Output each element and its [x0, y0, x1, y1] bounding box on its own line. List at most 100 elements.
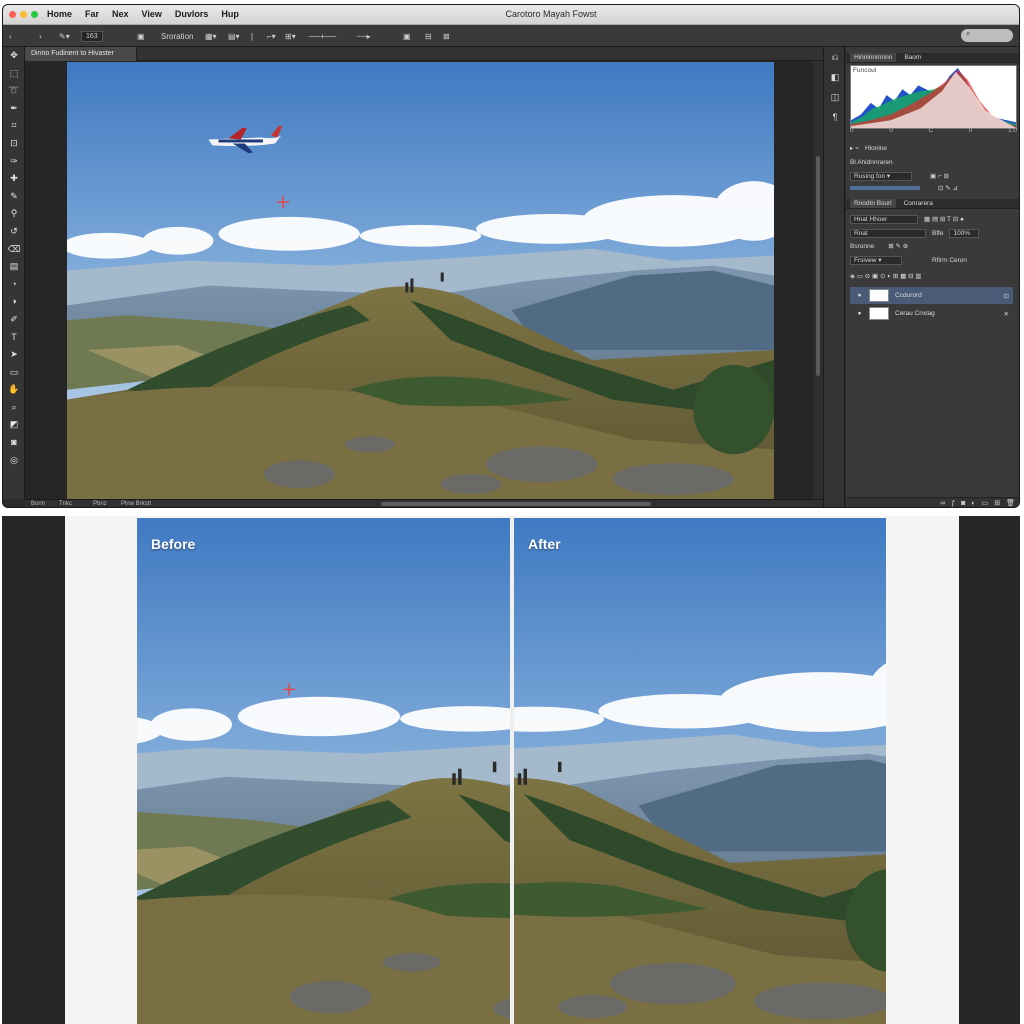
lock-icons[interactable]: ⊠ ✎ ⊕ — [888, 242, 908, 250]
gradient-tool-icon[interactable]: ▤ — [3, 258, 25, 276]
option-icon-e[interactable]: ▣ — [403, 30, 411, 42]
history-brush-tool-icon[interactable]: ↺ — [3, 223, 25, 241]
size-field[interactable]: 163 — [81, 30, 103, 42]
zoom-tool-icon[interactable]: ⌕ — [3, 399, 25, 417]
properties-panel-icon[interactable]: ◧ — [824, 67, 846, 87]
line-slider-icon[interactable]: ──+── — [309, 30, 336, 42]
quick-mask-icon[interactable]: ◙ — [3, 434, 25, 452]
before-label: Before — [151, 536, 196, 552]
axis-tick: 0 — [968, 126, 973, 134]
panel-icon-strip: ⎌ ◧ ◫ ¶ — [823, 47, 846, 507]
slider-icons[interactable]: ⊡ ✎ ⊿ — [938, 184, 958, 192]
color-swatch-icon[interactable]: ◩ — [3, 416, 25, 434]
brush-preset-icon[interactable]: ✎▾ — [59, 30, 70, 42]
shape-tool-icon[interactable]: ▭ — [3, 364, 25, 382]
fill-select[interactable]: Frsivew ▾ — [850, 255, 902, 265]
marquee-tool-icon[interactable]: ⬚ — [3, 65, 25, 83]
layer-row[interactable]: ● Cerau Cnxlag ✕ — [850, 305, 1013, 322]
fx-icon[interactable]: ƒ — [951, 498, 955, 507]
axis-tick: 0 — [889, 126, 893, 134]
channel-select-row: Rusing fon ▾ ▣ ⌐ ⊞ — [850, 171, 1017, 181]
sub-label: Bl Ahidnnraren — [850, 158, 893, 166]
option-icon-b[interactable]: ▤▾ — [228, 30, 240, 42]
delete-layer-icon[interactable]: 🗑 — [1006, 498, 1015, 507]
eye-icon[interactable]: ● — [856, 292, 863, 299]
tab-layers[interactable]: Rnodtn Bsurl — [850, 199, 896, 208]
option-icon-g[interactable]: ⊠ — [443, 30, 450, 42]
lasso-tool-icon[interactable]: ➰ — [3, 82, 25, 100]
layer-badge-icon: ⊡ — [1003, 292, 1009, 300]
vertical-scroll-thumb[interactable] — [816, 156, 820, 376]
tab-navigator[interactable]: Baom — [904, 53, 921, 62]
option-icon-f[interactable]: ⊟ — [425, 30, 432, 42]
channel-icon: ▸ ⌁ — [850, 145, 859, 152]
layer-name[interactable]: Ccdurord — [895, 292, 922, 299]
eye-icon[interactable]: ● — [856, 310, 863, 317]
channel-slider[interactable] — [850, 186, 920, 190]
search-icon: ⌕ — [966, 29, 971, 38]
status-item-4: Plnw Brkstt — [121, 501, 152, 507]
document-tab[interactable]: Dinno Fudinent to Hivaster — [25, 47, 137, 61]
search-field[interactable]: ⌕ — [961, 29, 1013, 42]
stamp-tool-icon[interactable]: ⚲ — [3, 205, 25, 223]
layer-tools-icons[interactable]: ◈ ▭ ⊘ ▣ ⊙ ◐ ⊞ ▦ ⊟ ▥ — [850, 272, 922, 280]
add-mask-icon[interactable]: ◙ — [961, 498, 965, 507]
channel-label[interactable]: Hlonine — [865, 145, 887, 152]
option-icon-d[interactable]: ⊞▾ — [285, 30, 296, 42]
healing-brush-tool-icon[interactable]: ✚ — [3, 170, 25, 188]
frame-tool-icon[interactable]: ⊡ — [3, 135, 25, 153]
link-layers-icon[interactable]: ∞ — [940, 498, 945, 507]
layer-row[interactable]: ● Ccdurord ⊡ — [850, 287, 1013, 304]
layer-name[interactable]: Cerau Cnxlag — [895, 310, 935, 317]
option-icon-c[interactable]: ⌐▾ — [267, 30, 276, 42]
history-panel-icon[interactable]: ⎌ — [824, 47, 846, 67]
tab-histogram[interactable]: Hinninnmnnn — [850, 53, 897, 62]
mode-label[interactable]: Sroration — [161, 30, 193, 42]
toggle-icon[interactable]: ▣ — [137, 30, 145, 42]
opacity-label: Bffe — [932, 229, 944, 237]
right-panels: Hinninnmnnn Baom Funcoul 0 0 C 0 1:0 ▸ ⌁… — [846, 47, 1019, 507]
channel-select[interactable]: Rusing fon ▾ — [850, 171, 912, 181]
pen-tool-icon[interactable]: ✐ — [3, 311, 25, 329]
screen-mode-icon[interactable]: ◎ — [3, 452, 25, 470]
before-after-comparison: Before After — [2, 516, 1020, 1024]
opacity-field[interactable]: 100% — [949, 228, 980, 238]
layer-filter-row: Hnat Hhoer ▦ ▤ ⊞ T ⊟ ● — [850, 214, 1017, 224]
adjustments-panel-icon[interactable]: ◫ — [824, 87, 846, 107]
blend-mode-select[interactable]: Rnat — [850, 228, 926, 238]
blur-tool-icon[interactable]: ◔ — [3, 276, 25, 294]
eraser-tool-icon[interactable]: ⌫ — [3, 241, 25, 259]
crop-tool-icon[interactable]: ⌗ — [3, 117, 25, 135]
option-icon-a[interactable]: ▦▾ — [205, 30, 217, 42]
horizontal-scroll-thumb[interactable] — [381, 502, 651, 506]
hand-tool-icon[interactable]: ✋ — [3, 381, 25, 399]
options-bar: ‹ › ✎▾ 163 ▣ Sroration ▦▾ ▤▾ | ⌐▾ ⊞▾ ──+… — [3, 25, 1019, 47]
kind-filter[interactable]: Hnat Hhoer — [850, 214, 918, 224]
histogram-chart: Funcoul — [850, 65, 1017, 129]
new-group-icon[interactable]: ▭ — [982, 498, 989, 507]
tab-channels[interactable]: Conrarera — [904, 199, 933, 208]
status-item-3: Pbnz — [93, 501, 107, 507]
new-adjustment-icon[interactable]: ◐ — [971, 498, 975, 507]
adjust-icons[interactable]: ▣ ⌐ ⊞ — [930, 172, 949, 180]
landscape-photo — [67, 62, 774, 499]
layer-tools-row: ◈ ▭ ⊘ ▣ ⊙ ◐ ⊞ ▦ ⊟ ▥ — [850, 271, 1017, 281]
histogram-label: Funcoul — [853, 67, 877, 74]
move-tool-icon[interactable]: ✥ — [3, 47, 25, 65]
path-select-tool-icon[interactable]: ➤ — [3, 346, 25, 364]
histogram-axis: 0 0 C 0 1:0 — [850, 125, 1017, 135]
paragraph-panel-icon[interactable]: ¶ — [824, 107, 846, 127]
brush-tool-icon[interactable]: ✎ — [3, 188, 25, 206]
status-bar: Bonn Tnkc Pbnz Plnw Brkstt — [25, 499, 823, 507]
canvas-image[interactable] — [67, 62, 774, 499]
forward-arrow-icon[interactable]: › — [39, 30, 42, 42]
quick-select-tool-icon[interactable]: ✒ — [3, 100, 25, 118]
dashed-slider-icon[interactable]: ┄┄▸ — [357, 30, 371, 42]
eyedropper-tool-icon[interactable]: ✑ — [3, 153, 25, 171]
new-layer-icon[interactable]: ⊞ — [994, 498, 1000, 507]
text-tool-icon[interactable]: T — [3, 329, 25, 347]
filter-icons[interactable]: ▦ ▤ ⊞ T ⊟ ● — [924, 215, 964, 223]
dodge-tool-icon[interactable]: ◑ — [3, 293, 25, 311]
back-arrow-icon[interactable]: ‹ — [9, 30, 12, 42]
vertical-scrollbar[interactable] — [813, 61, 823, 499]
